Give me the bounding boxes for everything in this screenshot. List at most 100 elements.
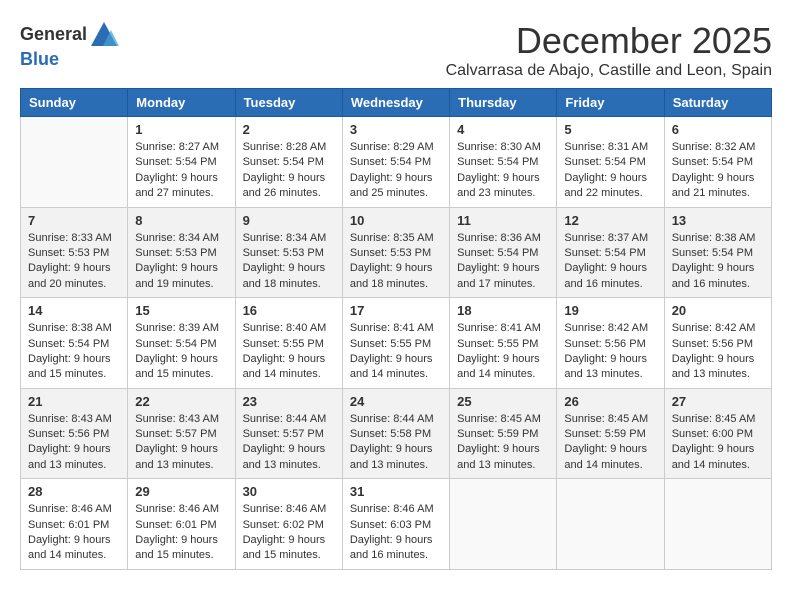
day-info: Sunrise: 8:34 AMSunset: 5:53 PMDaylight:…	[243, 231, 335, 293]
day-info: Sunrise: 8:34 AMSunset: 5:53 PMDaylight:…	[135, 231, 227, 293]
calendar-day-cell: 26Sunrise: 8:45 AMSunset: 5:59 PMDayligh…	[557, 388, 664, 479]
day-info: Sunrise: 8:39 AMSunset: 5:54 PMDaylight:…	[135, 321, 227, 383]
calendar-day-cell: 12Sunrise: 8:37 AMSunset: 5:54 PMDayligh…	[557, 207, 664, 298]
day-number: 7	[28, 213, 120, 228]
day-number: 22	[135, 394, 227, 409]
day-number: 2	[243, 122, 335, 137]
calendar-week-row: 21 Sunrise: 8:43 AMSunset: 5:56 PMDayligh…	[21, 388, 772, 479]
day-info: Sunrise: 8:35 AMSunset: 5:53 PMDaylight:…	[350, 231, 442, 293]
calendar-day-cell: 9 Sunrise: 8:34 AMSunset: 5:53 PMDaylight…	[235, 207, 342, 298]
header-saturday: Saturday	[664, 89, 771, 117]
calendar-week-row: 14 Sunrise: 8:38 AMSunset: 5:54 PMDayligh…	[21, 298, 772, 389]
calendar-day-cell	[21, 117, 128, 208]
day-number: 1	[135, 122, 227, 137]
day-info: Sunrise: 8:45 AMSunset: 5:59 PMDaylight:…	[564, 412, 656, 474]
day-info: Sunrise: 8:44 AMSunset: 5:58 PMDaylight:…	[350, 412, 442, 474]
calendar-day-cell: 20 Sunrise: 8:42 AMSunset: 5:56 PMDayligh…	[664, 298, 771, 389]
day-info: Sunrise: 8:37 AMSunset: 5:54 PMDaylight:…	[564, 231, 656, 293]
calendar-day-cell: 30Sunrise: 8:46 AMSunset: 6:02 PMDayligh…	[235, 479, 342, 570]
day-info: Sunrise: 8:43 AMSunset: 5:56 PMDaylight:…	[28, 412, 120, 474]
logo-general-text: General	[20, 25, 87, 45]
day-number: 20	[672, 303, 764, 318]
day-info: Sunrise: 8:41 AMSunset: 5:55 PMDaylight:…	[457, 321, 549, 383]
day-info: Sunrise: 8:44 AMSunset: 5:57 PMDaylight:…	[243, 412, 335, 474]
day-info: Sunrise: 8:38 AMSunset: 5:54 PMDaylight:…	[28, 321, 120, 383]
day-info: Sunrise: 8:29 AMSunset: 5:54 PMDaylight:…	[350, 140, 442, 202]
day-number: 16	[243, 303, 335, 318]
day-info: Sunrise: 8:31 AMSunset: 5:54 PMDaylight:…	[564, 140, 656, 202]
calendar-day-cell: 22 Sunrise: 8:43 AMSunset: 5:57 PMDayligh…	[128, 388, 235, 479]
calendar-day-cell: 29Sunrise: 8:46 AMSunset: 6:01 PMDayligh…	[128, 479, 235, 570]
day-number: 27	[672, 394, 764, 409]
calendar-day-cell: 24 Sunrise: 8:44 AMSunset: 5:58 PMDayligh…	[342, 388, 449, 479]
calendar-day-cell	[664, 479, 771, 570]
day-info: Sunrise: 8:42 AMSunset: 5:56 PMDaylight:…	[672, 321, 764, 383]
calendar-day-cell: 17Sunrise: 8:41 AMSunset: 5:55 PMDayligh…	[342, 298, 449, 389]
calendar-day-cell: 2 Sunrise: 8:28 AMSunset: 5:54 PMDaylight…	[235, 117, 342, 208]
calendar-day-cell: 3Sunrise: 8:29 AMSunset: 5:54 PMDaylight…	[342, 117, 449, 208]
calendar-week-row: 28Sunrise: 8:46 AMSunset: 6:01 PMDayligh…	[21, 479, 772, 570]
day-number: 5	[564, 122, 656, 137]
calendar-day-cell: 25 Sunrise: 8:45 AMSunset: 5:59 PMDayligh…	[450, 388, 557, 479]
calendar-day-cell: 28Sunrise: 8:46 AMSunset: 6:01 PMDayligh…	[21, 479, 128, 570]
calendar-day-cell: 18 Sunrise: 8:41 AMSunset: 5:55 PMDayligh…	[450, 298, 557, 389]
day-number: 18	[457, 303, 549, 318]
calendar-day-cell: 11Sunrise: 8:36 AMSunset: 5:54 PMDayligh…	[450, 207, 557, 298]
day-number: 6	[672, 122, 764, 137]
logo: General Blue	[20, 20, 119, 70]
calendar-day-cell: 8 Sunrise: 8:34 AMSunset: 5:53 PMDaylight…	[128, 207, 235, 298]
day-number: 24	[350, 394, 442, 409]
calendar-day-cell	[557, 479, 664, 570]
day-number: 8	[135, 213, 227, 228]
day-info: Sunrise: 8:45 AMSunset: 5:59 PMDaylight:…	[457, 412, 549, 474]
day-info: Sunrise: 8:30 AMSunset: 5:54 PMDaylight:…	[457, 140, 549, 202]
day-number: 13	[672, 213, 764, 228]
day-number: 23	[243, 394, 335, 409]
header-thursday: Thursday	[450, 89, 557, 117]
calendar-day-cell: 6 Sunrise: 8:32 AMSunset: 5:54 PMDaylight…	[664, 117, 771, 208]
day-info: Sunrise: 8:40 AMSunset: 5:55 PMDaylight:…	[243, 321, 335, 383]
calendar-day-cell: 13 Sunrise: 8:38 AMSunset: 5:54 PMDayligh…	[664, 207, 771, 298]
day-info: Sunrise: 8:46 AMSunset: 6:01 PMDaylight:…	[28, 502, 120, 564]
weekday-header-row: Sunday Monday Tuesday Wednesday Thursday…	[21, 89, 772, 117]
day-info: Sunrise: 8:32 AMSunset: 5:54 PMDaylight:…	[672, 140, 764, 202]
location-subtitle: Calvarrasa de Abajo, Castille and Leon, …	[446, 62, 772, 80]
day-info: Sunrise: 8:43 AMSunset: 5:57 PMDaylight:…	[135, 412, 227, 474]
calendar-day-cell: 31 Sunrise: 8:46 AMSunset: 6:03 PMDayligh…	[342, 479, 449, 570]
day-info: Sunrise: 8:46 AMSunset: 6:03 PMDaylight:…	[350, 502, 442, 564]
day-info: Sunrise: 8:42 AMSunset: 5:56 PMDaylight:…	[564, 321, 656, 383]
day-info: Sunrise: 8:27 AMSunset: 5:54 PMDaylight:…	[135, 140, 227, 202]
day-number: 21	[28, 394, 120, 409]
day-number: 19	[564, 303, 656, 318]
day-info: Sunrise: 8:28 AMSunset: 5:54 PMDaylight:…	[243, 140, 335, 202]
calendar-day-cell: 15 Sunrise: 8:39 AMSunset: 5:54 PMDayligh…	[128, 298, 235, 389]
calendar-day-cell: 1 Sunrise: 8:27 AMSunset: 5:54 PMDaylight…	[128, 117, 235, 208]
day-number: 31	[350, 484, 442, 499]
calendar-day-cell: 7Sunrise: 8:33 AMSunset: 5:53 PMDaylight…	[21, 207, 128, 298]
calendar-day-cell	[450, 479, 557, 570]
calendar-day-cell: 4 Sunrise: 8:30 AMSunset: 5:54 PMDaylight…	[450, 117, 557, 208]
calendar-table: Sunday Monday Tuesday Wednesday Thursday…	[20, 88, 772, 570]
calendar-day-cell: 10 Sunrise: 8:35 AMSunset: 5:53 PMDayligh…	[342, 207, 449, 298]
header-monday: Monday	[128, 89, 235, 117]
header-tuesday: Tuesday	[235, 89, 342, 117]
day-number: 9	[243, 213, 335, 228]
day-number: 4	[457, 122, 549, 137]
day-number: 14	[28, 303, 120, 318]
day-number: 15	[135, 303, 227, 318]
header-wednesday: Wednesday	[342, 89, 449, 117]
day-number: 25	[457, 394, 549, 409]
month-title: December 2025	[446, 20, 772, 62]
day-info: Sunrise: 8:45 AMSunset: 6:00 PMDaylight:…	[672, 412, 764, 474]
calendar-day-cell: 19 Sunrise: 8:42 AMSunset: 5:56 PMDayligh…	[557, 298, 664, 389]
title-area: December 2025 Calvarrasa de Abajo, Casti…	[446, 20, 772, 80]
day-number: 10	[350, 213, 442, 228]
calendar-day-cell: 23 Sunrise: 8:44 AMSunset: 5:57 PMDayligh…	[235, 388, 342, 479]
header-sunday: Sunday	[21, 89, 128, 117]
day-info: Sunrise: 8:46 AMSunset: 6:01 PMDaylight:…	[135, 502, 227, 564]
day-number: 30	[243, 484, 335, 499]
day-info: Sunrise: 8:38 AMSunset: 5:54 PMDaylight:…	[672, 231, 764, 293]
calendar-week-row: 1 Sunrise: 8:27 AMSunset: 5:54 PMDaylight…	[21, 117, 772, 208]
logo-icon	[89, 20, 119, 50]
page-header: General Blue December 2025 Calvarrasa de…	[20, 20, 772, 80]
